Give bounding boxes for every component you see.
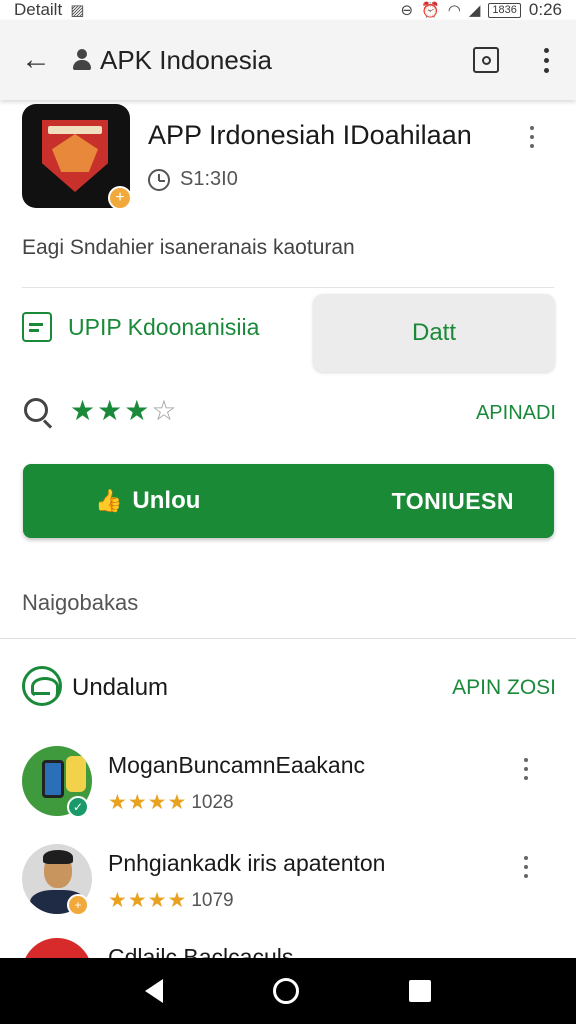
app-more-icon[interactable] — [502, 122, 562, 152]
item-more-icon[interactable] — [496, 754, 556, 784]
brand-logo-icon — [22, 666, 62, 706]
list-header: Undalum APIN ZOSI — [0, 662, 576, 716]
app-bar: ← APK Indonesia — [0, 20, 576, 100]
install-left-label: Unlou — [132, 487, 201, 514]
status-right: ⊖ ⏰ ◠ ◢ 1836 0:26 — [401, 0, 562, 20]
list-item[interactable]: + Pnhgiankadk iris apatenton ★★★★ 1079 — [0, 840, 576, 930]
item-rating: ★★★★ 1028 — [108, 790, 234, 815]
item-badge-icon: ✓ — [67, 796, 89, 818]
battery-icon: 1836 — [488, 2, 521, 18]
star-filled-icon: ★ — [70, 395, 96, 426]
install-button[interactable]: 👍 Unlou TONIUESN — [23, 464, 554, 538]
section-divider — [0, 638, 576, 639]
app-time-row: S1:3I0 — [148, 168, 238, 191]
back-button[interactable]: ← — [0, 20, 72, 100]
status-bar: Detailt ▨ ⊖ ⏰ ◠ ◢ 1836 0:26 — [0, 0, 576, 20]
item-stars: ★★★★ — [108, 791, 188, 814]
rating-stars: ★ ★ ★ ☆ — [70, 394, 176, 427]
thumbs-up-icon: 👍 — [95, 488, 123, 513]
divider — [22, 287, 554, 288]
search-icon[interactable] — [24, 398, 53, 429]
status-left: Detailt ▨ — [14, 0, 84, 20]
item-name: Pnhgiankadk iris apatenton — [108, 850, 386, 876]
item-thumbnail — [22, 938, 92, 958]
nav-recents-icon[interactable] — [409, 980, 431, 1002]
star-filled-icon: ★ — [97, 395, 123, 426]
screenshot-button[interactable] — [456, 20, 516, 100]
wifi-icon: ◠ — [447, 2, 461, 19]
item-rating-count: 1079 — [191, 889, 234, 911]
navigation-bar — [0, 958, 576, 1024]
app-bar-title-group: APK Indonesia — [72, 45, 456, 76]
item-name: MoganBuncamnEaakanc — [108, 752, 365, 778]
person-icon — [72, 49, 92, 71]
app-header: + APP Irdonesiah IDoahilaan S1:3I0 — [0, 100, 576, 220]
item-more-icon[interactable] — [496, 852, 556, 882]
install-left-group: 👍 Unlou — [95, 487, 200, 515]
item-rating: ★★★★ 1079 — [108, 888, 234, 913]
item-badge-icon: + — [67, 894, 89, 916]
status-left-text: Detailt — [14, 0, 63, 19]
document-icon — [22, 312, 52, 342]
screenshot-box-icon — [473, 47, 499, 73]
nav-back-icon[interactable] — [145, 979, 163, 1003]
section-label: Naigobakas — [22, 590, 139, 615]
rating-row: ★ ★ ★ ☆ APINADI — [0, 390, 576, 440]
developer-row: UPIP Kdoonanisiia Datt — [0, 292, 576, 372]
item-rating-count: 1028 — [191, 791, 234, 813]
update-badge-icon: + — [108, 186, 132, 210]
list-title: Undalum — [72, 674, 169, 701]
alarm-icon: ⏰ — [421, 2, 440, 19]
image-icon: ▨ — [70, 2, 85, 19]
developer-link[interactable]: UPIP Kdoonanisiia — [22, 312, 259, 342]
app-description: Eagi Sndahier isaneranais kaoturan — [22, 236, 355, 259]
list-item[interactable]: ✓ MoganBuncamnEaakanc ★★★★ 1028 — [0, 742, 576, 832]
app-logo-icon: + — [22, 104, 132, 210]
signal-icon: ◢ — [468, 2, 481, 19]
app-name: APP Irdonesiah IDoahilaan — [148, 120, 472, 150]
list-item-partial[interactable]: Cdlailc Baclcaculs — [0, 938, 576, 958]
app-bar-title: APK Indonesia — [100, 44, 273, 75]
rating-action-link[interactable]: APINADI — [476, 402, 556, 425]
data-button[interactable]: Datt — [313, 294, 555, 372]
list-action-link[interactable]: APIN ZOSI — [452, 676, 556, 700]
star-empty-icon: ☆ — [151, 395, 177, 426]
item-stars: ★★★★ — [108, 889, 188, 912]
status-time: 0:26 — [528, 0, 562, 19]
developer-name: UPIP Kdoonanisiia — [68, 313, 260, 340]
install-right-label: TONIUESN — [391, 488, 514, 514]
back-arrow-icon: ← — [21, 43, 51, 76]
dnd-icon: ⊖ — [400, 2, 414, 19]
app-time: S1:3I0 — [180, 168, 238, 190]
more-vert-icon[interactable] — [516, 20, 576, 100]
clock-icon — [148, 168, 170, 191]
star-filled-icon: ★ — [124, 395, 150, 426]
item-name: Cdlailc Baclcaculs — [108, 944, 294, 958]
nav-home-icon[interactable] — [273, 978, 299, 1004]
